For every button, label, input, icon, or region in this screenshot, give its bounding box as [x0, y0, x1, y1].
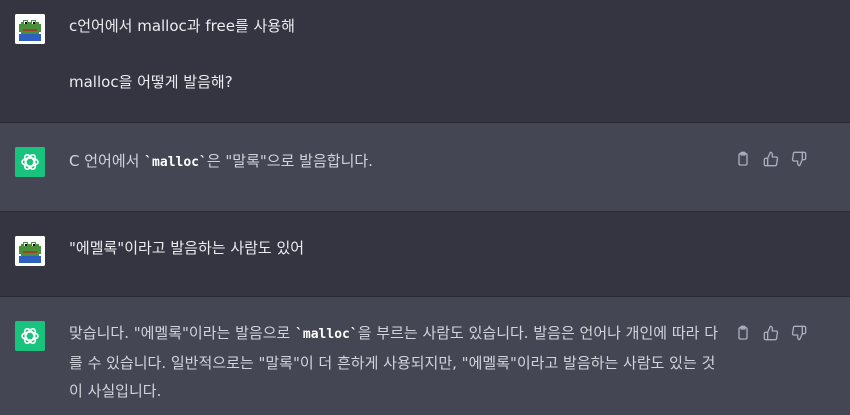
- assistant-message-text: 맞습니다. "에멜록"이라는 발음으로 `malloc`을 부르는 사람도 있습…: [69, 319, 729, 405]
- thumbs-down-icon[interactable]: [789, 149, 809, 169]
- openai-logo-icon: [15, 321, 45, 351]
- clipboard-icon[interactable]: [733, 149, 753, 169]
- message-actions: [733, 149, 809, 169]
- pepe-frog-avatar-icon: [15, 236, 45, 266]
- user-message: c언어에서 malloc과 free를 사용해 malloc을 어떻게 발음해?: [0, 0, 850, 123]
- assistant-message: C 언어에서 `malloc`은 "말록"으로 발음합니다.: [0, 123, 850, 211]
- thumbs-down-icon[interactable]: [789, 323, 809, 343]
- inline-code: `malloc`: [295, 327, 358, 342]
- thumbs-up-icon[interactable]: [761, 149, 781, 169]
- user-message-text: "에멜록"이라고 발음하는 사람도 있어: [69, 239, 305, 257]
- user-message: "에멜록"이라고 발음하는 사람도 있어: [0, 212, 850, 296]
- text-segment: 은 "말록"으로 발음합니다.: [206, 152, 373, 170]
- user-message-text: c언어에서 malloc과 free를 사용해 malloc을 어떻게 발음해?: [69, 12, 295, 96]
- message-actions: [733, 323, 809, 343]
- assistant-message: 맞습니다. "에멜록"이라는 발음으로 `malloc`을 부르는 사람도 있습…: [0, 297, 850, 415]
- assistant-message-text: C 언어에서 `malloc`은 "말록"으로 발음합니다.: [69, 147, 373, 177]
- inline-code: `malloc`: [144, 155, 207, 170]
- thumbs-up-icon[interactable]: [761, 323, 781, 343]
- text-segment: 맞습니다. "에멜록"이라는 발음으로: [69, 324, 296, 342]
- openai-logo-icon: [15, 147, 45, 177]
- clipboard-icon[interactable]: [733, 323, 753, 343]
- text-segment: C 언어에서: [69, 152, 145, 170]
- chat-thread: c언어에서 malloc과 free를 사용해 malloc을 어떻게 발음해? …: [0, 0, 850, 415]
- message-line: malloc을 어떻게 발음해?: [69, 73, 233, 91]
- message-line: c언어에서 malloc과 free를 사용해: [69, 17, 295, 35]
- pepe-frog-avatar-icon: [15, 14, 45, 44]
